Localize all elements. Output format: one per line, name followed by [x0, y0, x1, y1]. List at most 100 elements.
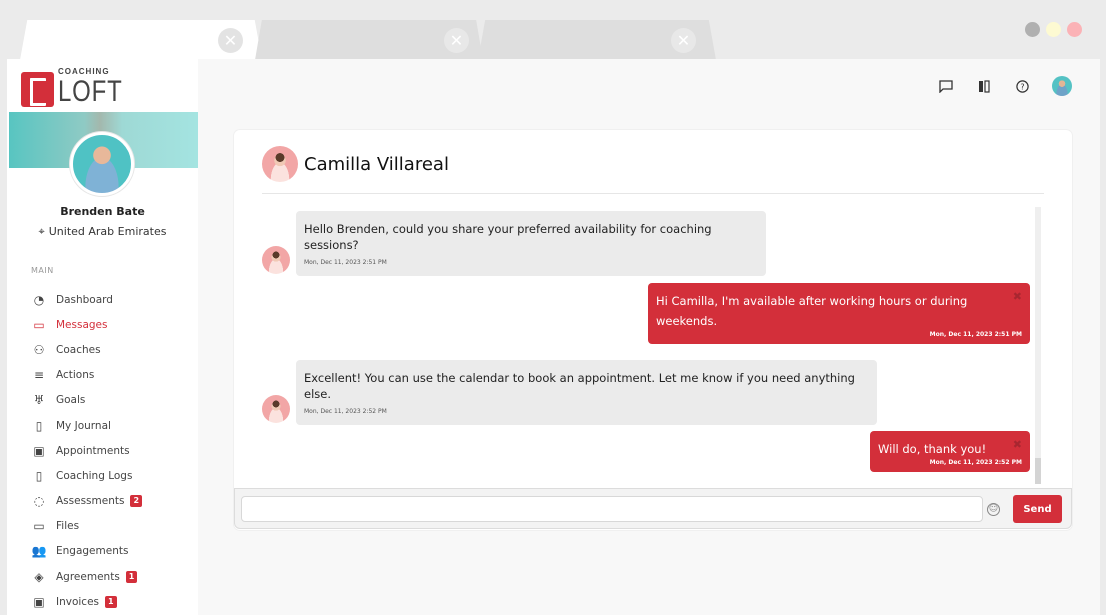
actions-icon: ≡ — [33, 368, 45, 383]
message-incoming: Excellent! You can use the calendar to b… — [262, 360, 877, 425]
close-tab-icon[interactable]: ✕ — [218, 28, 243, 53]
message-incoming: Hello Brenden, could you share your pref… — [262, 211, 766, 276]
close-tab-icon[interactable]: ✕ — [671, 28, 696, 53]
logo-big-text: LOFT — [58, 75, 123, 108]
brand-logo[interactable]: COACHING LOFT — [21, 68, 139, 107]
close-window-dot[interactable] — [1067, 22, 1082, 37]
sender-avatar — [262, 246, 290, 274]
sender-avatar — [262, 395, 290, 423]
profile-avatar[interactable] — [70, 132, 134, 196]
logo-mark-icon — [21, 72, 54, 107]
sidebar-item-label: Invoices — [56, 595, 100, 608]
maximize-dot[interactable] — [1046, 22, 1061, 37]
sidebar-item-goals[interactable]: ♅ Goals — [31, 388, 191, 413]
user-avatar[interactable] — [1052, 76, 1072, 96]
location-text: United Arab Emirates — [48, 225, 167, 238]
message-time: Mon, Dec 11, 2023 2:51 PM — [929, 331, 1022, 338]
message-text: Hi Camilla, I'm available after working … — [656, 294, 968, 328]
message-text: Hello Brenden, could you share your pref… — [304, 222, 712, 252]
sidebar-item-messages[interactable]: ▭ Messages — [31, 312, 191, 337]
top-toolbar: ? — [938, 76, 1072, 96]
section-label-main: MAIN — [31, 266, 54, 275]
count-badge: 1 — [105, 595, 117, 608]
sidebar-item-invoices[interactable]: ▣ Invoices 1 — [31, 589, 191, 614]
sidebar-item-files[interactable]: ▭ Files — [31, 514, 191, 539]
sidebar-item-label: Coaches — [56, 343, 101, 356]
browser-tab-2[interactable]: ✕ — [255, 20, 483, 60]
sidebar-item-coaches[interactable]: ⚇ Coaches — [31, 337, 191, 362]
sidebar-item-label: Files — [56, 520, 80, 533]
chat-icon[interactable] — [938, 78, 954, 94]
message-input[interactable] — [241, 496, 983, 522]
handshake-icon: ◈ — [34, 569, 44, 584]
profile-name: Brenden Bate — [60, 205, 145, 218]
sidebar: COACHING LOFT Brenden Bate ⌖ United Arab … — [7, 59, 198, 615]
sidebar-item-label: Assessments — [56, 495, 125, 508]
journal-icon: ▯ — [35, 418, 43, 433]
sidebar-item-label: Agreements — [56, 570, 120, 583]
profile-location: ⌖ United Arab Emirates — [7, 225, 198, 239]
count-badge: 1 — [125, 570, 138, 583]
minimize-dot[interactable] — [1025, 22, 1040, 37]
sidebar-item-label: My Journal — [56, 419, 111, 432]
delete-message-icon[interactable]: ✖ — [1013, 438, 1022, 451]
window-controls — [1025, 22, 1082, 37]
location-pin-icon: ⌖ — [38, 225, 45, 238]
count-badge: 2 — [130, 495, 143, 508]
contact-avatar[interactable] — [262, 146, 298, 182]
help-icon[interactable]: ? — [1014, 78, 1030, 94]
emoji-icon[interactable]: ☺ — [987, 503, 1000, 516]
sidebar-item-assessments[interactable]: ◌ Assessments 2 — [31, 489, 191, 514]
message-list: Hello Brenden, could you share your pref… — [234, 194, 1044, 484]
scrollbar-thumb[interactable] — [1035, 458, 1041, 484]
chat-header: Camilla Villareal — [262, 146, 449, 182]
sidebar-item-label: Messages — [56, 318, 108, 331]
message-time: Mon, Dec 11, 2023 2:52 PM — [304, 408, 387, 415]
delete-message-icon[interactable]: ✖ — [1013, 290, 1022, 303]
money-icon: ▣ — [33, 594, 45, 609]
browser-tab-1[interactable]: ✕ — [20, 20, 262, 60]
logbook-icon: ▯ — [35, 468, 43, 483]
message-time: Mon, Dec 11, 2023 2:52 PM — [929, 459, 1022, 466]
sidebar-item-label: Appointments — [56, 444, 130, 457]
sidebar-item-label: Goals — [56, 394, 86, 407]
message-outgoing: Hi Camilla, I'm available after working … — [648, 283, 1030, 344]
assessment-icon: ◌ — [33, 494, 45, 509]
sidebar-item-label: Engagements — [56, 545, 129, 558]
coaches-icon: ⚇ — [33, 342, 45, 357]
message-icon: ▭ — [33, 317, 45, 332]
sidebar-item-engagements[interactable]: 👥 Engagements — [31, 539, 191, 564]
close-tab-icon[interactable]: ✕ — [444, 28, 469, 53]
browser-tab-3[interactable]: ✕ — [478, 20, 716, 60]
dashboard-icon: ◔ — [33, 292, 45, 307]
folder-icon: ▭ — [33, 519, 45, 534]
app-window: COACHING LOFT Brenden Bate ⌖ United Arab … — [7, 59, 1100, 615]
message-bubble: Hello Brenden, could you share your pref… — [296, 211, 766, 276]
message-outgoing: Will do, thank you! Mon, Dec 11, 2023 2:… — [870, 431, 1030, 472]
sidebar-item-agreements[interactable]: ◈ Agreements 1 — [31, 564, 191, 589]
sidebar-item-label: Dashboard — [56, 293, 113, 306]
send-button[interactable]: Send — [1013, 495, 1062, 523]
sidebar-item-coaching-logs[interactable]: ▯ Coaching Logs — [31, 463, 191, 488]
trophy-icon: ♅ — [33, 393, 45, 408]
sidebar-item-dashboard[interactable]: ◔ Dashboard — [31, 287, 191, 312]
switch-icon[interactable] — [976, 78, 992, 94]
browser-window: ✕ ✕ ✕ COACHING LOFT Brenden Bate ⌖ United — [0, 0, 1106, 615]
message-text: Excellent! You can use the calendar to b… — [304, 371, 855, 401]
people-icon: 👥 — [31, 544, 47, 559]
chat-panel: Camilla Villareal Hello Brenden, could y… — [234, 130, 1072, 530]
message-bubble: Excellent! You can use the calendar to b… — [296, 360, 877, 425]
message-time: Mon, Dec 11, 2023 2:51 PM — [304, 259, 387, 266]
sidebar-item-label: Coaching Logs — [56, 469, 133, 482]
sidebar-item-my-journal[interactable]: ▯ My Journal — [31, 413, 191, 438]
sidebar-nav: ◔ Dashboard ▭ Messages ⚇ Coaches ≡ Actions ♅ Goal… — [31, 287, 191, 614]
calendar-icon: ▣ — [33, 443, 45, 458]
message-composer: ☺ Send — [234, 488, 1072, 529]
message-scrollbar[interactable] — [1035, 207, 1041, 484]
message-text: Will do, thank you! — [878, 442, 987, 456]
svg-text:?: ? — [1020, 82, 1024, 91]
sidebar-item-label: Actions — [56, 369, 95, 382]
sidebar-item-appointments[interactable]: ▣ Appointments — [31, 438, 191, 463]
sidebar-item-actions[interactable]: ≡ Actions — [31, 363, 191, 388]
contact-name: Camilla Villareal — [304, 153, 449, 175]
